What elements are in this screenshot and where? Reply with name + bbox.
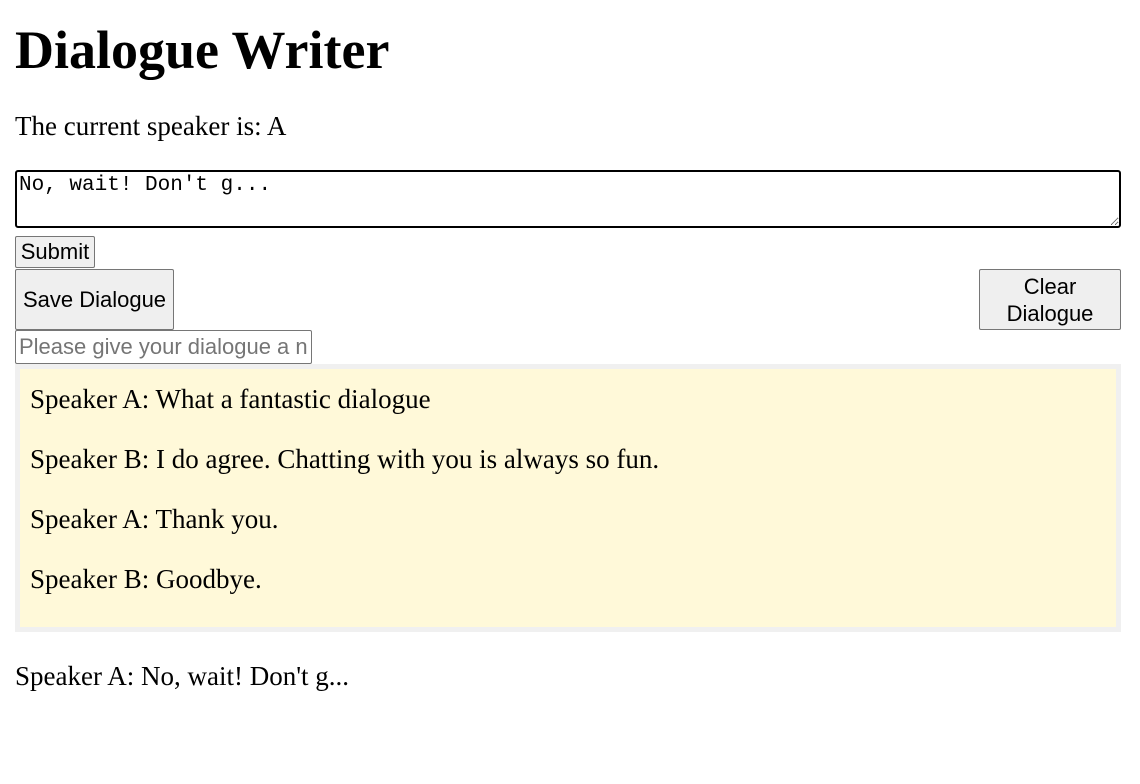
dialogue-line: Speaker A: What a fantastic dialogue [30, 384, 431, 414]
page: Dialogue Writer The current speaker is: … [0, 0, 1140, 784]
clear-dialogue-button[interactable]: Clear Dialogue [979, 269, 1121, 330]
dialogue-line: Speaker B: Goodbye. [30, 564, 262, 594]
current-dialogue-preview: Speaker A: No, wait! Don't g... [15, 661, 350, 691]
dialogue-list: Speaker A: What a fantastic dialogue Spe… [15, 364, 1121, 632]
current-speaker-text: The current speaker is: A [15, 110, 286, 142]
dialogue-line: Speaker B: I do agree. Chatting with you… [30, 444, 660, 474]
dialogue-line: Speaker A: Thank you. [30, 504, 279, 534]
current-speaker-prefix: The current speaker is: [15, 111, 267, 141]
current-speaker-value: A [266, 111, 287, 141]
submit-button[interactable]: Submit [15, 236, 95, 268]
page-title: Dialogue Writer [15, 20, 390, 80]
dialogue-name-input[interactable] [15, 330, 312, 364]
dialogue-entry-textarea[interactable]: No, wait! Don't g... [15, 170, 1121, 228]
save-dialogue-button[interactable]: Save Dialogue [15, 269, 174, 330]
